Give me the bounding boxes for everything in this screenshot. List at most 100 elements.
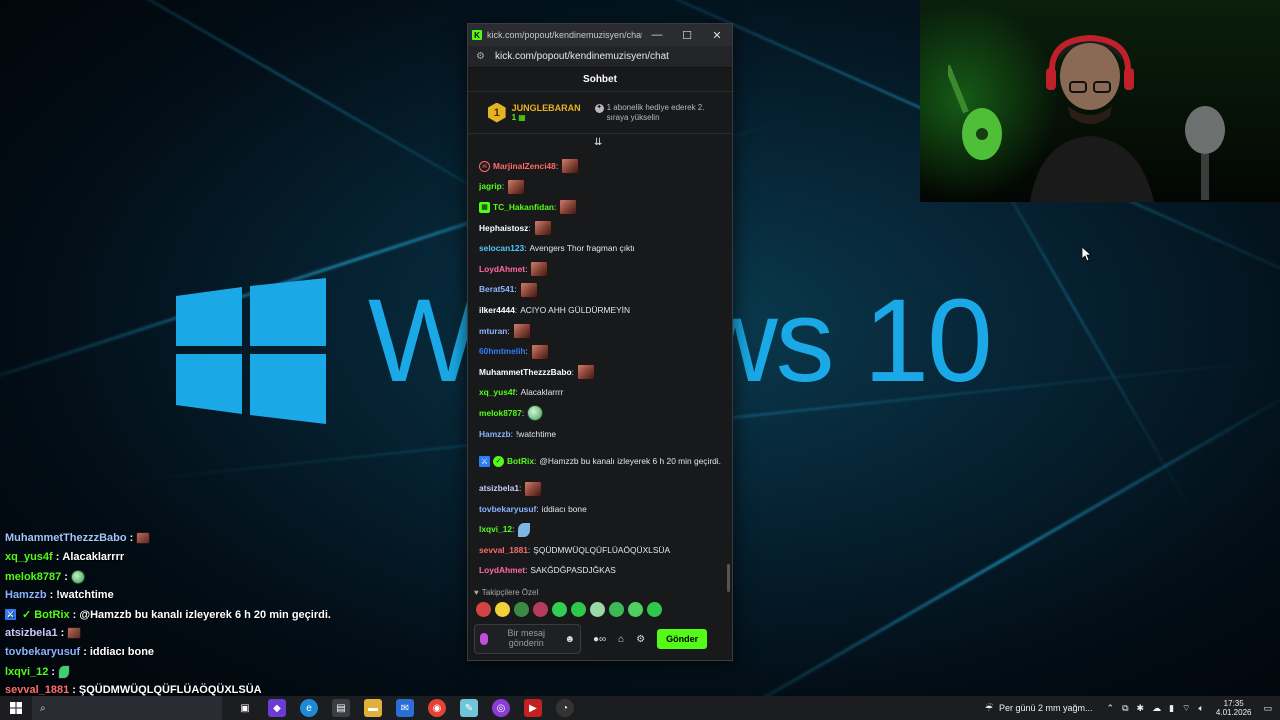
chat-emote-icon — [533, 220, 552, 237]
emote-blob-icon[interactable] — [628, 602, 643, 617]
site-info-icon[interactable]: ⚙ — [476, 51, 485, 62]
overlay-username: sevval_1881 — [5, 684, 70, 696]
chat-separator: : — [536, 503, 539, 514]
chat-username[interactable]: ilker4444 — [479, 305, 515, 316]
chat-username[interactable]: Berat541 — [479, 284, 514, 295]
chat-input-placeholder: Bir mesaj gönderin — [507, 628, 545, 648]
overlay-separator: : — [55, 551, 60, 563]
store-app-icon[interactable]: ▤ — [332, 699, 350, 717]
weather-text: Per günü 2 mm yağm... — [998, 703, 1093, 713]
streaming-app-icon[interactable]: ▶ — [524, 699, 542, 717]
chat-username[interactable]: MarjinalZenci48 — [493, 161, 556, 172]
edge-icon[interactable]: e — [300, 699, 318, 717]
overlay-username: lxqvi_12 — [5, 666, 49, 678]
start-button[interactable] — [0, 696, 32, 720]
bluetooth-icon[interactable]: ✱ — [1137, 703, 1145, 714]
emote-laugh-icon[interactable] — [495, 602, 510, 617]
file-explorer-icon[interactable]: ▬ — [364, 699, 382, 717]
mail-icon[interactable]: ✉ — [396, 699, 414, 717]
wifi-icon[interactable]: ⌔ — [1182, 703, 1190, 714]
clock-app-icon[interactable]: ◔ — [556, 699, 574, 717]
overlay-text: !watchtime — [56, 589, 114, 601]
emote-face-icon[interactable] — [609, 602, 624, 617]
maximize-button[interactable]: ☐ — [672, 24, 702, 46]
chat-username[interactable]: selocan123 — [479, 243, 524, 254]
store-icon[interactable]: ⌂ — [618, 634, 624, 645]
emote-blob-icon[interactable] — [552, 602, 567, 617]
weather-widget[interactable]: ☔ Per günü 2 mm yağm... — [985, 703, 1093, 714]
tray-expand-icon[interactable]: ⌃ — [1107, 703, 1115, 714]
chat-username[interactable]: BotRix — [507, 456, 534, 467]
chat-username[interactable]: Hamzzb — [479, 429, 511, 440]
chat-emote-icon — [507, 178, 526, 195]
chat-username[interactable]: Hephaistosz — [479, 223, 528, 234]
notification-icon[interactable]: ▭ — [1263, 703, 1272, 714]
chat-username[interactable]: TC_Hakanfidan — [493, 202, 554, 213]
chat-username[interactable]: lxqvi_12 — [479, 524, 512, 535]
chat-emote-icon — [524, 480, 543, 497]
microphone-icon[interactable] — [480, 633, 488, 645]
overlay-chat-line: melok8787: — [5, 570, 85, 584]
obs-icon[interactable]: ◎ — [492, 699, 510, 717]
window-titlebar[interactable]: K kick.com/popout/kendinemuzisyen/chat -… — [468, 24, 732, 46]
overlay-username: xq_yus4f — [5, 551, 53, 563]
leaderboard-banner[interactable]: 1 JUNGLEBARAN 1 ▦ ✦ 1 abonelik hediye ed… — [468, 92, 732, 134]
url-text: kick.com/popout/kendinemuzisyen/chat — [494, 51, 669, 62]
chat-message: MuhammetThezzzBabo: — [479, 362, 722, 383]
clock[interactable]: 17:35 4.01.2026 — [1216, 699, 1252, 717]
emote-blob-icon[interactable] — [647, 602, 662, 617]
chat-username[interactable]: jagrip — [479, 181, 502, 192]
overlay-chat-line: atsizbela1: — [5, 627, 82, 639]
chat-separator: : — [525, 263, 528, 274]
emote-angry-icon[interactable] — [476, 602, 491, 617]
overlay-separator: : — [60, 627, 65, 639]
overlay-username: atsizbela1 — [5, 627, 58, 639]
cloud-icon[interactable]: ☁ — [1152, 703, 1161, 714]
guitar-image — [948, 64, 1002, 160]
scroll-to-bottom-icon[interactable]: ⇊ — [594, 137, 602, 148]
copilot-icon[interactable]: ◆ — [268, 699, 286, 717]
chat-username[interactable]: melok8787 — [479, 408, 522, 419]
chat-username[interactable]: 60hmtmelih — [479, 346, 526, 357]
overlay-separator: : — [83, 646, 87, 658]
minimize-button[interactable]: — — [642, 24, 672, 46]
send-button[interactable]: Gönder — [657, 629, 708, 649]
chat-separator: : — [510, 428, 513, 439]
emote-face-icon[interactable] — [590, 602, 605, 617]
chat-scrollbar[interactable] — [727, 564, 730, 592]
leader-info-text: 1 abonelik hediye ederek 2. sıraya yükse… — [606, 102, 705, 122]
usb-icon[interactable]: ▮ — [1169, 703, 1174, 714]
task-view-icon[interactable]: ▣ — [236, 699, 254, 717]
points-icon[interactable]: ●∞ — [593, 634, 606, 645]
volume-icon[interactable]: 🔈︎ — [1198, 703, 1203, 714]
network-adapter-icon[interactable]: ⧉ — [1122, 703, 1128, 714]
chat-username[interactable]: LoydAhmet — [479, 565, 525, 576]
chat-username[interactable]: xq_yus4f — [479, 387, 515, 398]
chat-username[interactable]: LoydAhmet — [479, 264, 525, 275]
chat-messages: ☠ MarjinalZenci48: jagrip: ▦ TC_Hakanfidan: H… — [468, 148, 732, 588]
emote-ghost-icon[interactable] — [533, 602, 548, 617]
address-bar[interactable]: ⚙ kick.com/popout/kendinemuzisyen/chat — [468, 46, 732, 68]
chat-separator: : — [528, 222, 531, 233]
chat-message: Berat541: — [479, 280, 722, 301]
taskbar-search[interactable]: ⌕ — [32, 696, 222, 720]
chat-separator: : — [525, 565, 528, 576]
chat-username[interactable]: sevval_1881 — [479, 545, 528, 556]
gift-count-icon: ▦ — [518, 113, 526, 122]
chat-username[interactable]: tovbekaryusuf — [479, 504, 536, 515]
chat-username[interactable]: MuhammetThezzzBabo — [479, 367, 572, 378]
chrome-icon[interactable]: ◉ — [428, 699, 446, 717]
chat-username[interactable]: atsizbela1 — [479, 483, 519, 494]
emoji-icon[interactable]: ☻ — [564, 634, 575, 645]
chat-username[interactable]: mturan — [479, 326, 507, 337]
chat-message: melok8787: — [479, 403, 722, 424]
emote-blob-icon[interactable] — [571, 602, 586, 617]
chat-message: ilker4444: ACIYO AHH GÜLDÜRMEYİN — [479, 300, 722, 321]
chat-input[interactable]: Bir mesaj gönderin ☻ — [474, 624, 581, 654]
emote-plant-icon[interactable] — [514, 602, 529, 617]
notes-icon[interactable]: ✎ — [460, 699, 478, 717]
skull-badge-icon: ☠ — [479, 160, 490, 172]
chat-message: jagrip: — [479, 177, 722, 198]
settings-icon[interactable]: ⚙ — [636, 634, 645, 645]
close-button[interactable]: ✕ — [702, 24, 732, 46]
